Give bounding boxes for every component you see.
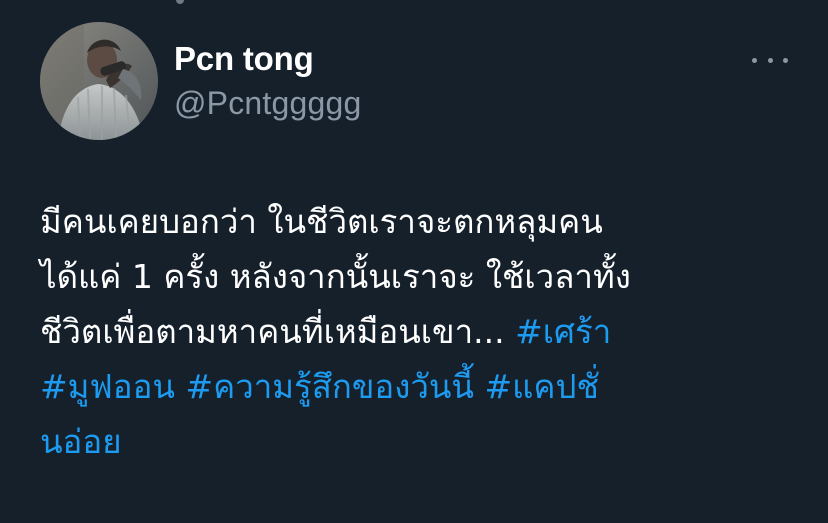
hashtag-link[interactable]: #แคปชั่ <box>485 367 599 406</box>
display-name[interactable]: Pcn tong <box>174 39 314 79</box>
tweet-card[interactable]: Pcn tong @Pcntggggg มีคนเคยบอกว่า ในชีวิ… <box>0 0 828 523</box>
more-horizontal-icon-dot <box>767 57 773 63</box>
hashtag-link[interactable]: นอ่อย <box>40 422 122 461</box>
profile-photo-icon <box>40 22 158 140</box>
tweet-text: มีคนเคยบอกว่า ในชีวิตเราจะตกหลุมคน ได้แค… <box>40 194 800 469</box>
hashtag-link[interactable]: #มูฟออน <box>40 367 175 406</box>
more-horizontal-icon-dot <box>783 57 788 63</box>
hashtag-link[interactable]: #ความรู้สึกของวันนี้ <box>185 367 474 406</box>
tweet-line: มีคนเคยบอกว่า ในชีวิตเราจะตกหลุมคน <box>40 202 603 241</box>
tweet-line: นอ่อย <box>40 414 800 469</box>
user-handle[interactable]: @Pcntggggg <box>174 84 362 122</box>
tweet-line: ชีวิตเพื่อตามหาคนที่เหมือนเขา... #เศร้า <box>40 304 800 359</box>
tweet-line-text: ชีวิตเพื่อตามหาคนที่เหมือนเขา... <box>40 312 516 351</box>
tweet-line: ได้แค่ 1 ครั้ง หลังจากนั้นเราจะ ใช้เวลาท… <box>40 257 631 296</box>
tweet-line: #มูฟออน #ความรู้สึกของวันนี้ #แคปชั่ <box>40 359 800 414</box>
more-horizontal-icon-dot <box>752 57 757 63</box>
more-options-button[interactable] <box>752 46 788 74</box>
hashtag-link[interactable]: #เศร้า <box>515 312 611 351</box>
avatar[interactable] <box>40 22 158 140</box>
